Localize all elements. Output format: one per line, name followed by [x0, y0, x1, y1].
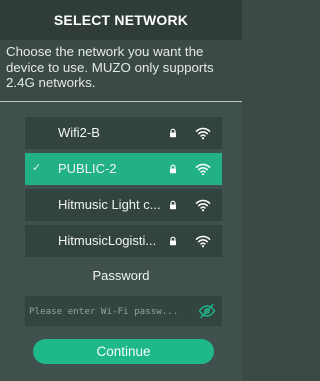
network-ssid: Hitmusic Light c... — [58, 197, 161, 212]
wifi-icon — [195, 199, 211, 212]
wifi-icon — [195, 163, 211, 176]
eye-slash-icon[interactable] — [198, 303, 216, 319]
network-item-public-2[interactable]: ✓ PUBLIC-2 — [25, 153, 222, 185]
continue-label: Continue — [96, 344, 151, 359]
network-item-hitmusic-light[interactable]: Hitmusic Light c... — [25, 189, 222, 221]
password-field — [25, 296, 222, 326]
header-bar: SELECT NETWORK — [0, 0, 242, 40]
lock-icon — [170, 128, 176, 138]
network-item-hitmusic-logistics[interactable]: HitmusicLogisti... — [25, 225, 222, 257]
wifi-icon — [195, 127, 211, 140]
check-icon: ✓ — [32, 162, 42, 174]
lock-icon — [170, 164, 176, 174]
lock-icon — [170, 200, 176, 210]
instructions-text: Choose the network you want the device t… — [6, 44, 214, 90]
network-ssid: HitmusicLogisti... — [58, 233, 157, 248]
network-item-wifi2-b[interactable]: Wifi2-B — [25, 117, 222, 149]
page-title: SELECT NETWORK — [53, 12, 189, 28]
password-label: Password — [92, 268, 150, 283]
network-list: Wifi2-B ✓ PUBLIC-2 Hitmusic Light c... H… — [25, 117, 222, 261]
network-ssid: Wifi2-B — [58, 125, 100, 140]
password-input[interactable] — [29, 296, 187, 326]
network-ssid: PUBLIC-2 — [58, 161, 117, 176]
continue-button[interactable]: Continue — [33, 339, 214, 364]
wifi-icon — [195, 235, 211, 248]
lock-icon — [170, 236, 176, 246]
